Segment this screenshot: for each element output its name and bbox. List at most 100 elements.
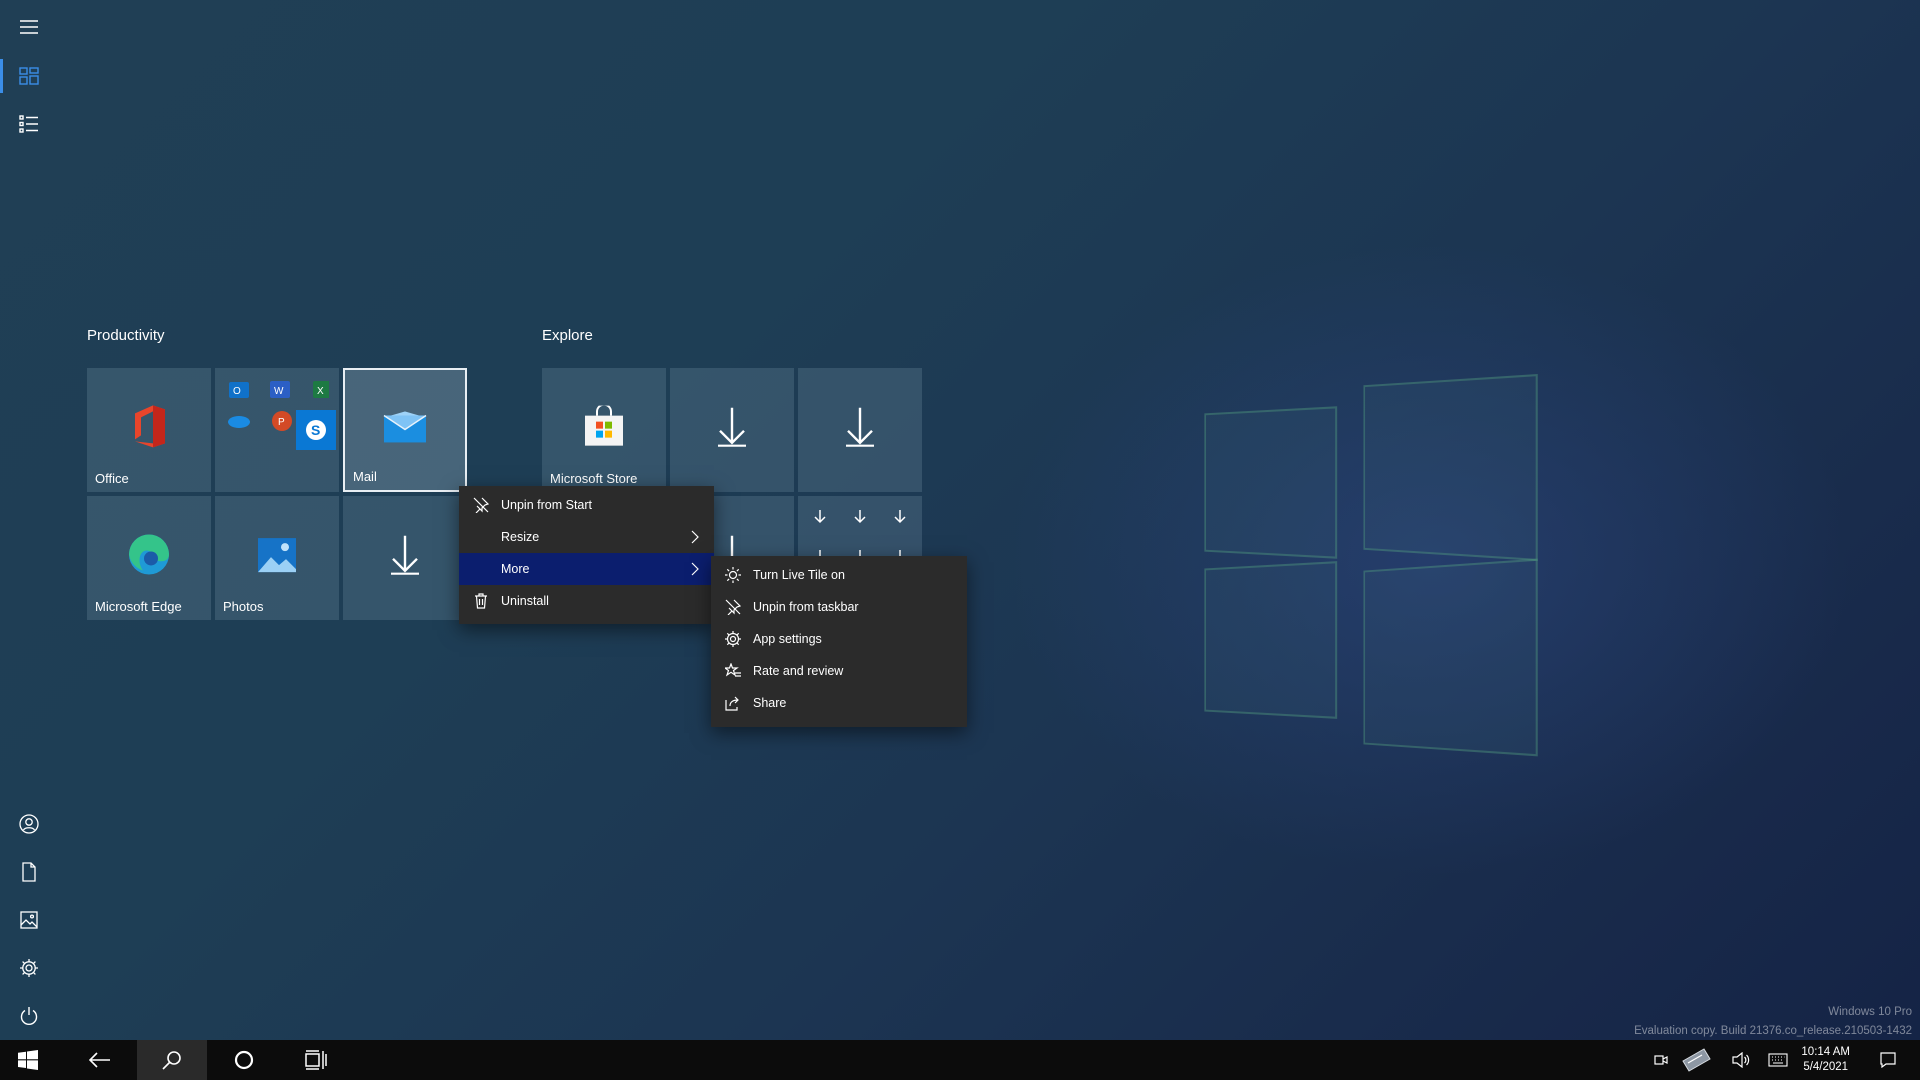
taskbar: 10:14 AM 5/4/2021 <box>0 1040 1920 1080</box>
task-view-icon <box>305 1050 327 1070</box>
gear-icon <box>725 631 741 647</box>
svg-text:X: X <box>317 386 324 397</box>
menu-item-more[interactable]: More <box>459 553 714 585</box>
hamburger-icon <box>20 20 38 34</box>
skype-tile[interactable]: S <box>296 410 336 450</box>
windows-start-icon <box>18 1050 38 1070</box>
clock-time: 10:14 AM <box>1801 1046 1850 1058</box>
group-title-productivity[interactable]: Productivity <box>87 327 165 344</box>
menu-item-rate-and-review[interactable]: Rate and review <box>711 655 967 687</box>
tile-photos[interactable]: Photos <box>215 496 339 620</box>
tile-label: Photos <box>223 599 264 614</box>
pinned-tiles-button[interactable] <box>0 53 58 99</box>
menu-item-label: Turn Live Tile on <box>753 568 845 582</box>
menu-item-label: App settings <box>753 632 822 646</box>
power-icon <box>20 1007 38 1025</box>
trash-icon <box>475 593 487 609</box>
tray-volume[interactable] <box>1728 1040 1754 1080</box>
picture-icon <box>20 911 38 929</box>
skype-icon: S <box>306 420 326 440</box>
store-icon <box>585 405 623 446</box>
menu-item-share[interactable]: Share <box>711 687 967 719</box>
tile-label: Office <box>95 471 129 486</box>
tiles-grid-icon <box>19 67 39 85</box>
tray-keyboard[interactable] <box>1764 1040 1792 1080</box>
menu-item-uninstall[interactable]: Uninstall <box>459 585 714 617</box>
tile-office[interactable]: Office <box>87 368 211 492</box>
chevron-right-icon <box>691 562 699 576</box>
unpin-icon <box>725 599 741 615</box>
svg-text:O: O <box>233 386 241 397</box>
usb-drive-icon <box>1682 1048 1711 1072</box>
keyboard-icon <box>1768 1053 1788 1067</box>
cortana-button[interactable] <box>209 1040 279 1080</box>
list-icon <box>19 115 38 133</box>
pictures-button[interactable] <box>0 897 58 943</box>
documents-button[interactable] <box>0 849 58 895</box>
search-button[interactable] <box>137 1040 207 1080</box>
photos-icon <box>258 538 296 573</box>
svg-text:W: W <box>274 386 284 397</box>
user-account-button[interactable] <box>0 801 58 847</box>
group-title-explore[interactable]: Explore <box>542 327 593 344</box>
tile-label: Microsoft Store <box>550 471 638 486</box>
tile-label: Mail <box>353 469 377 484</box>
notification-icon <box>1880 1052 1896 1068</box>
windows-logo-wallpaper <box>1190 373 1550 757</box>
tile-pending-download[interactable] <box>670 368 794 492</box>
clock-date: 5/4/2021 <box>1803 1061 1849 1073</box>
tray-meet-now[interactable] <box>1648 1040 1674 1080</box>
tile-context-menu: Unpin from Start Resize More Uninstall <box>459 486 714 624</box>
chevron-right-icon <box>691 530 699 544</box>
camera-icon <box>1654 1055 1668 1065</box>
tile-label: Microsoft Edge <box>95 599 182 614</box>
menu-item-label: Resize <box>501 530 540 544</box>
office-icon <box>135 405 165 448</box>
svg-text:S: S <box>311 422 320 438</box>
document-icon <box>22 862 36 882</box>
download-arrow-icon <box>718 407 746 447</box>
build-watermark: Evaluation copy. Build 21376.co_release.… <box>1634 1025 1912 1037</box>
task-view-button[interactable] <box>281 1040 351 1080</box>
start-left-rail <box>0 0 58 1040</box>
tile-microsoft-store[interactable]: Microsoft Store <box>542 368 666 492</box>
power-button[interactable] <box>0 993 58 1039</box>
menu-item-turn-live-tile-on[interactable]: Turn Live Tile on <box>711 559 967 591</box>
all-apps-button[interactable] <box>0 101 58 147</box>
menu-item-unpin-from-start[interactable]: Unpin from Start <box>459 489 714 521</box>
back-button[interactable] <box>65 1040 135 1080</box>
tile-microsoft-edge[interactable]: Microsoft Edge <box>87 496 211 620</box>
gear-icon <box>20 959 38 977</box>
tile-office-apps-folder[interactable]: O W X P S <box>215 368 339 492</box>
mail-icon <box>383 411 427 443</box>
search-icon <box>162 1051 181 1070</box>
menu-item-unpin-from-taskbar[interactable]: Unpin from taskbar <box>711 591 967 623</box>
share-icon <box>725 696 739 711</box>
more-submenu: Turn Live Tile on Unpin from taskbar App… <box>711 556 967 727</box>
download-arrow-icon <box>391 535 419 575</box>
tray-usb-device[interactable] <box>1678 1040 1714 1080</box>
unpin-icon <box>473 497 489 513</box>
user-avatar-icon <box>19 814 39 834</box>
menu-item-label: Unpin from taskbar <box>753 600 859 614</box>
hamburger-menu-button[interactable] <box>0 4 58 50</box>
menu-item-label: Share <box>753 696 787 710</box>
menu-item-resize[interactable]: Resize <box>459 521 714 553</box>
edge-icon <box>129 534 169 575</box>
menu-item-label: Rate and review <box>753 664 844 678</box>
tile-pending-download[interactable] <box>343 496 467 620</box>
tile-mail[interactable]: Mail <box>343 368 467 492</box>
start-button[interactable] <box>0 1040 56 1080</box>
menu-item-app-settings[interactable]: App settings <box>711 623 967 655</box>
clock[interactable]: 10:14 AM 5/4/2021 <box>1801 1045 1850 1075</box>
svg-text:P: P <box>278 417 285 428</box>
action-center-button[interactable] <box>1876 1040 1900 1080</box>
tile-pending-download[interactable] <box>798 368 922 492</box>
volume-icon <box>1732 1052 1750 1068</box>
live-tile-icon <box>725 567 741 583</box>
cortana-circle-icon <box>234 1050 254 1070</box>
settings-button[interactable] <box>0 945 58 991</box>
download-arrow-icon <box>846 407 874 447</box>
edition-watermark: Windows 10 Pro <box>1828 1006 1912 1018</box>
menu-item-label: Unpin from Start <box>501 498 593 512</box>
